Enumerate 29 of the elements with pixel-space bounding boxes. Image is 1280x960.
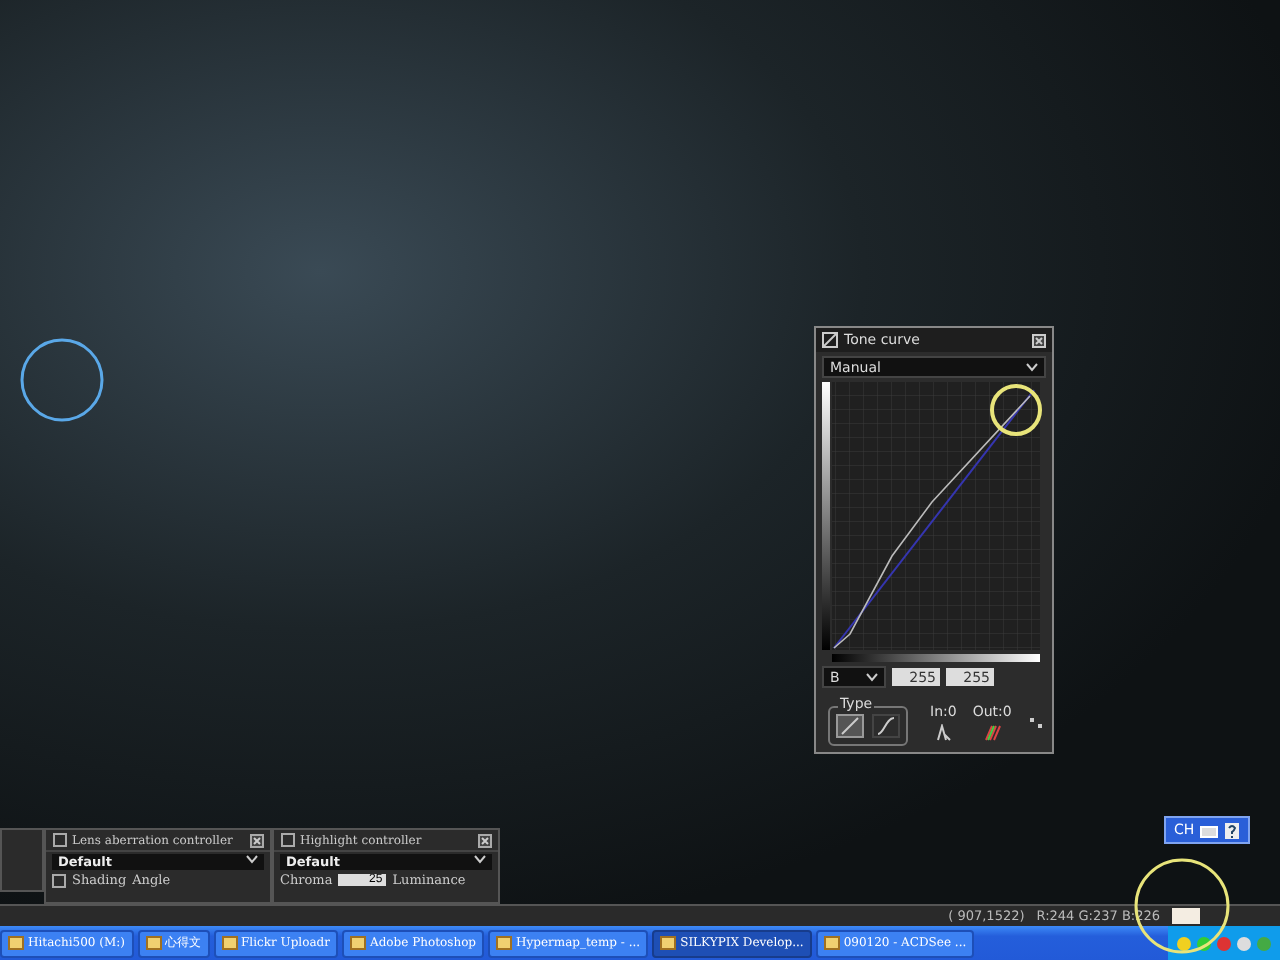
window-icon <box>145 934 161 952</box>
caret-icon <box>474 854 486 864</box>
close-icon[interactable] <box>250 833 264 847</box>
checkbox[interactable] <box>52 873 66 887</box>
highlight-circle <box>988 382 1044 438</box>
window-icon <box>660 934 677 952</box>
caret-icon <box>866 672 878 682</box>
tone-curve-graph[interactable] <box>822 382 1046 662</box>
window-icon <box>8 934 24 952</box>
color-pen-icon[interactable] <box>983 723 1002 741</box>
curve-type-button[interactable] <box>836 714 864 738</box>
window-icon <box>823 934 840 952</box>
points-icon[interactable] <box>1027 714 1044 730</box>
keyboard-icon[interactable] <box>1200 821 1219 839</box>
caret-icon <box>1026 362 1038 372</box>
help-icon[interactable] <box>1224 821 1241 839</box>
panel-icon <box>280 832 296 848</box>
window-icon <box>221 934 237 952</box>
close-icon[interactable] <box>478 833 492 847</box>
pen-icon[interactable] <box>934 723 953 741</box>
cursor-circle <box>18 336 106 424</box>
color-swatch <box>1172 908 1200 924</box>
close-icon[interactable] <box>1032 333 1046 347</box>
curve-type-button[interactable] <box>872 714 900 738</box>
caret-icon <box>246 854 258 864</box>
panel-icon <box>52 832 68 848</box>
curve-icon <box>822 332 838 348</box>
window-icon <box>350 934 366 952</box>
window-icon <box>496 934 513 952</box>
